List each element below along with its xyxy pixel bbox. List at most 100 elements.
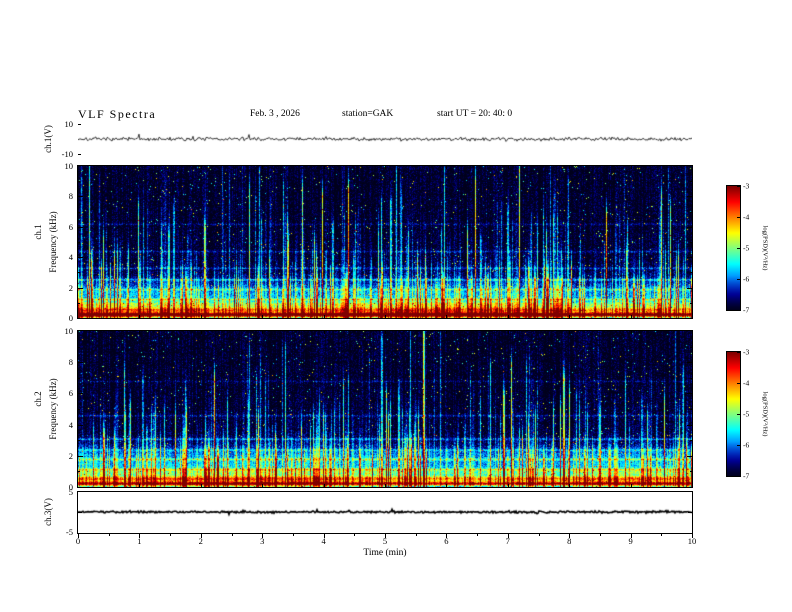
tick-mark — [687, 424, 692, 426]
tick-mark — [108, 533, 110, 536]
tick-mark — [78, 211, 80, 213]
tick-mark — [385, 315, 386, 318]
y-tick-label: 6 — [68, 221, 73, 232]
x-tick-label: 0 — [75, 536, 81, 546]
ch2-frequency-axis-label: Frequency (kHz) — [48, 378, 58, 440]
ch1-voltage-axis-label: ch.1(V) — [43, 125, 53, 153]
tick-mark — [262, 315, 264, 318]
colorbar-tick-label: -6 — [743, 440, 750, 450]
tick-mark — [292, 533, 294, 536]
tick-mark — [262, 331, 264, 334]
tick-mark — [630, 484, 632, 487]
tick-mark — [262, 484, 264, 487]
ch1-channel-axis-label: ch.1 — [33, 224, 43, 240]
tick-mark — [200, 484, 202, 487]
y-tick-label: 5 — [68, 487, 73, 497]
tick-mark — [737, 352, 740, 353]
tick-mark — [323, 484, 325, 487]
colorbar-2-label: log(PSD)(V²/Hz) — [761, 391, 769, 437]
ch1-spectrogram-canvas — [78, 166, 692, 318]
tick-mark — [690, 409, 692, 410]
tick-mark — [78, 362, 83, 364]
tick-mark — [78, 124, 81, 125]
colorbar-tick-label: -6 — [743, 274, 750, 284]
tick-mark — [78, 154, 81, 155]
tick-mark — [200, 331, 202, 334]
tick-mark — [690, 346, 692, 348]
x-tick-label: 7 — [505, 536, 510, 546]
tick-mark — [687, 257, 692, 259]
tick-mark — [569, 331, 571, 334]
tick-mark — [737, 383, 740, 384]
tick-mark — [78, 346, 80, 348]
tick-mark — [737, 445, 740, 446]
tick-mark — [690, 272, 692, 274]
y-tick-label: 10 — [64, 161, 74, 171]
y-tick-label: 8 — [68, 357, 73, 368]
y-tick-label: 10 — [64, 326, 74, 336]
tick-mark — [507, 315, 509, 318]
tick-mark — [78, 242, 80, 243]
tick-mark — [139, 166, 141, 169]
tick-mark — [690, 471, 692, 473]
x-tick-label: 9 — [628, 536, 633, 546]
ch2-channel-axis-label: ch.2 — [33, 391, 43, 407]
tick-mark — [630, 331, 632, 334]
tick-mark — [737, 476, 740, 477]
tick-mark — [385, 331, 386, 334]
tick-mark — [446, 315, 448, 318]
tick-mark — [78, 512, 82, 513]
tick-mark — [385, 484, 386, 487]
tick-mark — [139, 315, 141, 318]
x-tick-label: 2 — [198, 536, 203, 546]
tick-mark — [690, 211, 692, 213]
tick-mark — [354, 533, 356, 536]
tick-mark — [200, 315, 202, 318]
y-tick-label: 2 — [68, 282, 73, 293]
tick-mark — [688, 512, 692, 513]
tick-mark — [569, 315, 571, 318]
tick-mark — [262, 166, 264, 169]
colorbar-tick-label: -3 — [743, 181, 750, 191]
tick-mark — [737, 310, 740, 311]
colorbar-tick-label: -4 — [743, 212, 750, 222]
tick-mark — [139, 484, 141, 487]
tick-mark — [737, 279, 740, 280]
plot-start-ut: start UT = 20: 40: 0 — [437, 109, 513, 119]
tick-mark — [507, 484, 509, 487]
tick-mark — [630, 315, 632, 318]
y-tick-label: -5 — [65, 527, 73, 537]
tick-mark — [231, 533, 233, 536]
tick-mark — [323, 166, 325, 169]
tick-mark — [200, 166, 202, 169]
tick-mark — [78, 471, 80, 473]
plot-title: VLF Spectra — [78, 107, 157, 121]
tick-mark — [78, 181, 80, 183]
tick-mark — [687, 393, 692, 395]
plot-station: station=GAK — [342, 109, 394, 119]
y-tick-label: 4 — [68, 419, 73, 430]
tick-mark — [690, 242, 692, 243]
tick-mark — [661, 533, 663, 536]
y-tick-label: 0 — [68, 313, 73, 323]
tick-mark — [690, 377, 692, 379]
tick-mark — [446, 331, 448, 334]
x-tick-label: 5 — [382, 536, 388, 546]
x-tick-label: 4 — [321, 536, 326, 546]
time-axis-label: Time (min) — [363, 548, 407, 558]
tick-mark — [78, 287, 83, 289]
tick-mark — [687, 196, 692, 198]
colorbar-tick-label: -3 — [743, 347, 750, 357]
vlf-spectra-figure: VLF Spectra Feb. 3 , 2026 station=GAK st… — [0, 0, 792, 612]
tick-mark — [415, 533, 417, 536]
colorbar-tick-label: -5 — [743, 243, 750, 253]
ch3-waveform-canvas — [78, 492, 692, 532]
tick-mark — [569, 166, 571, 169]
y-tick-label: -10 — [61, 149, 73, 159]
tick-mark — [78, 377, 80, 379]
tick-mark — [737, 186, 740, 187]
tick-mark — [446, 166, 448, 169]
plot-date: Feb. 3 , 2026 — [250, 109, 300, 119]
y-tick-label: 8 — [68, 191, 73, 202]
colorbar-tick-label: -5 — [743, 409, 750, 419]
